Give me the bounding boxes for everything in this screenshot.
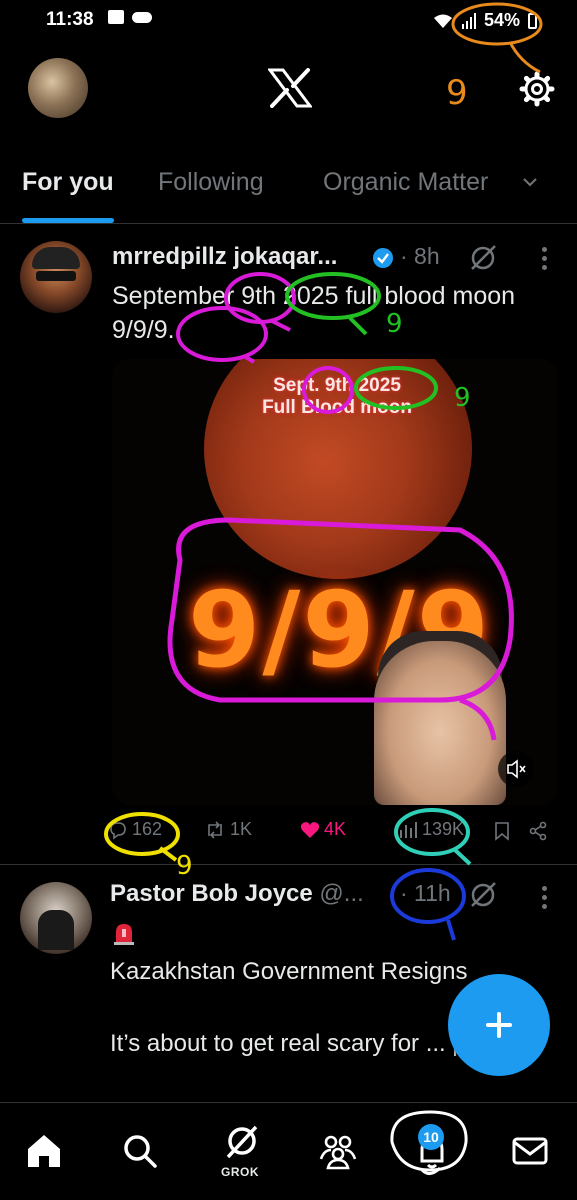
bookmark-icon[interactable] [494, 821, 510, 841]
gallery-icon [108, 10, 124, 24]
repost-icon [208, 820, 222, 839]
presenter-face [374, 641, 506, 805]
reply-icon [110, 821, 126, 840]
author-name[interactable]: Pastor Bob Joyce [110, 880, 313, 907]
tab-following[interactable]: Following [158, 168, 264, 197]
home-icon[interactable] [22, 1129, 66, 1173]
bottom-navigation: GROK [0, 1102, 577, 1200]
messages-icon[interactable] [508, 1129, 552, 1173]
grok-icon[interactable] [468, 243, 498, 273]
mute-icon[interactable] [498, 751, 534, 787]
repost-count: 1K [230, 819, 253, 839]
more-options-icon[interactable] [538, 886, 550, 912]
top-header [0, 50, 577, 130]
post-text: September 9th 2025 full blood moon 9/9/9… [112, 282, 516, 344]
status-bar: 11:38 54% [0, 0, 577, 40]
more-options-icon[interactable] [538, 247, 550, 273]
communities-icon[interactable] [316, 1129, 360, 1173]
author-avatar[interactable] [20, 241, 92, 313]
battery-percent: 54% [483, 10, 520, 30]
profile-avatar[interactable] [28, 58, 88, 118]
timeline-tabs: For you Following Organic Matter [0, 150, 577, 224]
overlay-caption-title: Full Blood moon [262, 397, 412, 418]
tab-organic-matter[interactable]: Organic Matter [323, 168, 488, 197]
views-count: 139K [422, 819, 465, 839]
siren-emoji-icon [114, 924, 134, 945]
post[interactable]: mrredpillz jokaqar... · 8h September 9th… [0, 225, 577, 865]
author-name[interactable]: mrredpillz jokaqar... [112, 243, 337, 271]
grok-nav-icon[interactable] [220, 1121, 264, 1165]
tab-for-you[interactable]: For you [22, 168, 114, 197]
author-avatar[interactable] [20, 882, 92, 954]
cloud-icon [132, 12, 152, 23]
battery-icon [528, 12, 537, 29]
share-icon[interactable] [528, 821, 548, 841]
active-tab-indicator [22, 218, 114, 223]
search-icon[interactable] [118, 1129, 162, 1173]
x-logo-icon [268, 68, 312, 108]
notifications-badge: 10 [418, 1124, 444, 1150]
post-video[interactable]: Sept. 9th 2025 Full Blood moon 9/9/9 [112, 359, 558, 805]
verified-badge-icon [373, 248, 393, 268]
reply-button[interactable]: 162 [108, 819, 162, 840]
grok-icon[interactable] [468, 880, 498, 910]
chevron-down-icon[interactable] [522, 174, 538, 190]
author-handle[interactable]: @... [319, 880, 363, 907]
grok-label: GROK [221, 1165, 259, 1179]
repost-button[interactable]: 1K [204, 819, 252, 840]
views-button[interactable]: 139K [398, 819, 464, 840]
like-count: 4K [324, 819, 347, 839]
overlay-caption-date: Sept. 9th 2025 [273, 375, 401, 396]
compose-post-button[interactable] [448, 974, 550, 1076]
like-button[interactable]: 4K [300, 819, 346, 840]
settings-gear-icon[interactable] [518, 70, 556, 108]
post-actions: 162 1K 4K 139K [108, 819, 568, 849]
post-time[interactable]: · 8h [400, 243, 440, 270]
reply-count: 162 [132, 819, 163, 839]
heart-icon [300, 821, 320, 838]
wifi-icon [433, 14, 452, 28]
status-time: 11:38 [46, 9, 94, 30]
signal-icon [461, 12, 476, 29]
views-icon [400, 821, 417, 838]
post-time[interactable]: · 11h [400, 880, 451, 907]
